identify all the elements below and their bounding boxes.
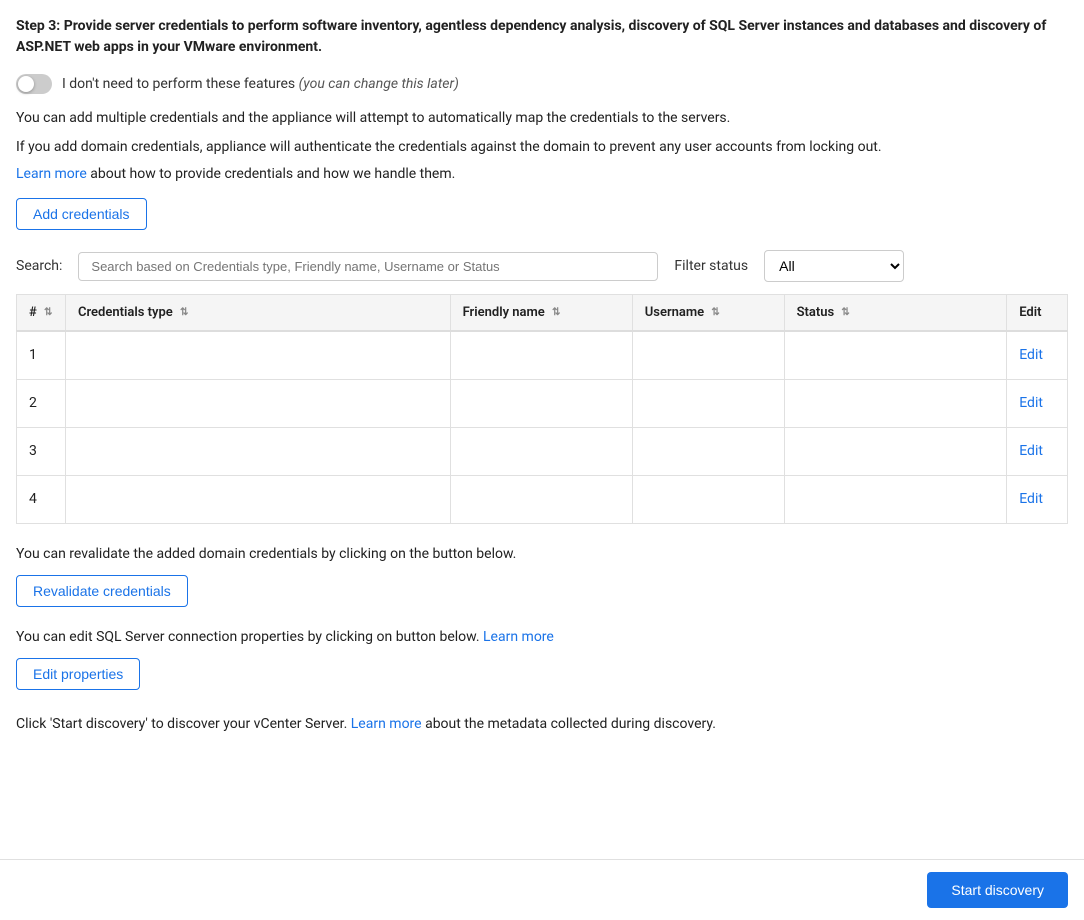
cell-cred-type-4 xyxy=(65,475,450,523)
col-header-username-label: Username xyxy=(645,305,704,320)
cell-username-2 xyxy=(632,379,784,427)
col-header-friendly-name-label: Friendly name xyxy=(463,305,545,320)
cell-num-2: 2 xyxy=(17,379,66,427)
cell-username-1 xyxy=(632,331,784,379)
cell-username-4 xyxy=(632,475,784,523)
cell-friendly-2 xyxy=(450,379,632,427)
info-text-2: If you add domain credentials, appliance… xyxy=(16,137,1068,158)
edit-properties-button[interactable]: Edit properties xyxy=(16,658,140,690)
add-credentials-button[interactable]: Add credentials xyxy=(16,198,147,230)
cell-edit-2: Edit xyxy=(1007,379,1068,427)
col-header-credentials-type[interactable]: Credentials type ⇅ xyxy=(65,295,450,332)
sort-icon-num: ⇅ xyxy=(44,307,52,318)
col-header-friendly-name[interactable]: Friendly name ⇅ xyxy=(450,295,632,332)
col-header-username[interactable]: Username ⇅ xyxy=(632,295,784,332)
cell-num-1: 1 xyxy=(17,331,66,379)
cell-cred-type-3 xyxy=(65,427,450,475)
filter-status-label: Filter status xyxy=(674,258,748,274)
sort-icon-status: ⇅ xyxy=(841,307,849,318)
toggle-label: I don't need to perform these features (… xyxy=(62,76,459,92)
sort-icon-username: ⇅ xyxy=(711,307,719,318)
col-header-credentials-type-label: Credentials type xyxy=(78,305,173,320)
table-row: 1 Edit xyxy=(17,331,1068,379)
start-discovery-button[interactable]: Start discovery xyxy=(927,872,1068,908)
cell-status-1 xyxy=(784,331,1007,379)
table-row: 3 Edit xyxy=(17,427,1068,475)
edit-link-1[interactable]: Edit xyxy=(1019,347,1043,363)
table-header: # ⇅ Credentials type ⇅ Friendly name ⇅ U… xyxy=(17,295,1068,332)
toggle-row: I don't need to perform these features (… xyxy=(16,74,1068,94)
toggle-label-text: I don't need to perform these features xyxy=(62,76,295,92)
discovery-text-suffix: about the metadata collected during disc… xyxy=(425,716,716,732)
col-header-num-label: # xyxy=(29,305,37,320)
learn-more-middle-text: about how to provide credentials and how… xyxy=(87,166,456,182)
table-body: 1 Edit 2 Edit 3 Edit 4 Edit xyxy=(17,331,1068,523)
search-input[interactable] xyxy=(78,252,658,281)
col-header-edit-label: Edit xyxy=(1019,305,1041,320)
discovery-text: Click 'Start discovery' to discover your… xyxy=(16,714,1068,735)
edit-properties-text-prefix: You can edit SQL Server connection prope… xyxy=(16,629,480,645)
cell-status-4 xyxy=(784,475,1007,523)
search-label: Search: xyxy=(16,258,62,274)
revalidate-text: You can revalidate the added domain cred… xyxy=(16,544,1068,565)
filter-status-select[interactable]: All Active Inactive xyxy=(764,250,904,282)
cell-edit-3: Edit xyxy=(1007,427,1068,475)
cell-cred-type-1 xyxy=(65,331,450,379)
sort-icon-friendly: ⇅ xyxy=(552,307,560,318)
edit-link-4[interactable]: Edit xyxy=(1019,491,1043,507)
learn-more-link-1[interactable]: Learn more xyxy=(16,166,87,182)
discovery-learn-more-link[interactable]: Learn more xyxy=(351,716,422,732)
sort-icon-cred-type: ⇅ xyxy=(180,307,188,318)
search-filter-row: Search: Filter status All Active Inactiv… xyxy=(16,250,1068,282)
cell-friendly-3 xyxy=(450,427,632,475)
cell-num-4: 4 xyxy=(17,475,66,523)
table-row: 2 Edit xyxy=(17,379,1068,427)
cell-status-3 xyxy=(784,427,1007,475)
edit-link-2[interactable]: Edit xyxy=(1019,395,1043,411)
revalidate-section: You can revalidate the added domain cred… xyxy=(16,544,1068,607)
edit-properties-text: You can edit SQL Server connection prope… xyxy=(16,627,1068,648)
cell-edit-4: Edit xyxy=(1007,475,1068,523)
toggle-label-italic: (you can change this later) xyxy=(299,76,459,92)
cell-friendly-1 xyxy=(450,331,632,379)
col-header-num[interactable]: # ⇅ xyxy=(17,295,66,332)
step-title: Step 3: Provide server credentials to pe… xyxy=(16,16,1068,58)
edit-properties-learn-more-link[interactable]: Learn more xyxy=(483,629,554,645)
info-text-1: You can add multiple credentials and the… xyxy=(16,108,1068,129)
edit-link-3[interactable]: Edit xyxy=(1019,443,1043,459)
cell-edit-1: Edit xyxy=(1007,331,1068,379)
col-header-status-label: Status xyxy=(797,305,835,320)
cell-username-3 xyxy=(632,427,784,475)
table-row: 4 Edit xyxy=(17,475,1068,523)
cell-friendly-4 xyxy=(450,475,632,523)
col-header-edit: Edit xyxy=(1007,295,1068,332)
edit-properties-section: You can edit SQL Server connection prope… xyxy=(16,627,1068,690)
revalidate-credentials-button[interactable]: Revalidate credentials xyxy=(16,575,188,607)
learn-more-row: Learn more about how to provide credenti… xyxy=(16,166,1068,182)
credentials-table: # ⇅ Credentials type ⇅ Friendly name ⇅ U… xyxy=(16,294,1068,524)
cell-num-3: 3 xyxy=(17,427,66,475)
discovery-text-prefix: Click 'Start discovery' to discover your… xyxy=(16,716,347,732)
cell-cred-type-2 xyxy=(65,379,450,427)
toggle-switch[interactable] xyxy=(16,74,52,94)
col-header-status[interactable]: Status ⇅ xyxy=(784,295,1007,332)
cell-status-2 xyxy=(784,379,1007,427)
footer-bar: Start discovery xyxy=(0,859,1084,920)
